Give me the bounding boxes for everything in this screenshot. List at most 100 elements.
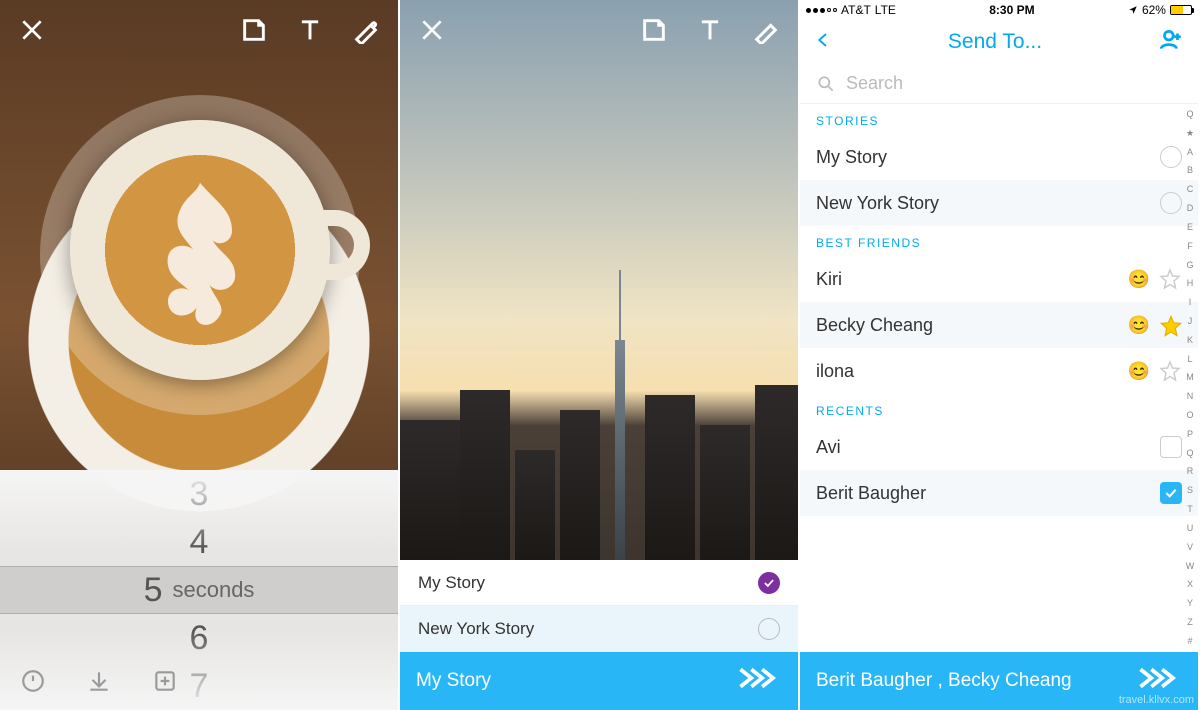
draw-icon[interactable] xyxy=(350,14,382,46)
index-letter[interactable]: I xyxy=(1184,298,1196,307)
index-letter[interactable]: T xyxy=(1184,505,1196,514)
star-on-icon[interactable] xyxy=(1158,313,1182,337)
story-option[interactable]: New York Story xyxy=(400,606,798,652)
screen-timer: 3 4 5 seconds 6 7 xyxy=(0,0,400,710)
story-add-icon[interactable] xyxy=(152,668,178,694)
index-letter[interactable]: J xyxy=(1184,317,1196,326)
item-label: My Story xyxy=(816,147,887,168)
search-icon xyxy=(816,74,836,94)
search-placeholder: Search xyxy=(846,73,903,94)
radio-unchecked-icon[interactable] xyxy=(758,618,780,640)
network-label: LTE xyxy=(875,3,896,17)
sticker-icon[interactable] xyxy=(638,14,670,46)
list-item[interactable]: Kiri 😊 xyxy=(800,256,1198,302)
index-letter[interactable]: P xyxy=(1184,430,1196,439)
index-letter[interactable]: X xyxy=(1184,580,1196,589)
back-icon[interactable] xyxy=(814,27,832,58)
story-options: My Story New York Story xyxy=(400,560,798,652)
list-item[interactable]: ilona 😊 xyxy=(800,348,1198,394)
page-title: Send To... xyxy=(832,30,1158,54)
star-off-icon[interactable] xyxy=(1158,267,1182,291)
index-letter[interactable]: H xyxy=(1184,279,1196,288)
text-icon[interactable] xyxy=(294,14,326,46)
story-label: My Story xyxy=(418,573,485,593)
send-recipients: My Story xyxy=(416,670,491,692)
index-letter[interactable]: C xyxy=(1184,185,1196,194)
checkbox-off-icon[interactable] xyxy=(1160,436,1182,458)
close-icon[interactable] xyxy=(16,14,48,46)
index-letter[interactable]: G xyxy=(1184,261,1196,270)
list-item[interactable]: New York Story xyxy=(800,180,1198,226)
search-input[interactable]: Search xyxy=(800,64,1198,104)
index-letter[interactable]: F xyxy=(1184,242,1196,251)
radio-unchecked-icon[interactable] xyxy=(1160,192,1182,214)
draw-icon[interactable] xyxy=(750,14,782,46)
picker-value[interactable]: 6 xyxy=(190,614,209,662)
smile-emoji-icon: 😊 xyxy=(1128,269,1150,290)
index-letter[interactable]: V xyxy=(1184,543,1196,552)
add-friend-icon[interactable] xyxy=(1158,27,1184,58)
sticker-icon[interactable] xyxy=(238,14,270,46)
signal-icon xyxy=(806,8,837,13)
index-letter[interactable]: ★ xyxy=(1184,129,1196,138)
screen-story-select: My Story New York Story My Story xyxy=(400,0,800,710)
index-letter[interactable]: M xyxy=(1184,373,1196,382)
item-label: Becky Cheang xyxy=(816,315,933,336)
index-letter[interactable]: Y xyxy=(1184,599,1196,608)
send-arrow-icon[interactable] xyxy=(738,665,782,697)
index-letter[interactable]: Z xyxy=(1184,618,1196,627)
index-letter[interactable]: K xyxy=(1184,336,1196,345)
item-label: Berit Baugher xyxy=(816,483,926,504)
ios-statusbar: AT&T LTE 8:30 PM 62% xyxy=(800,0,1198,20)
battery-icon xyxy=(1170,5,1192,15)
item-label: ilona xyxy=(816,361,854,382)
picker-value-selected[interactable]: 5 xyxy=(144,566,163,614)
item-label: Kiri xyxy=(816,269,842,290)
picker-unit: seconds xyxy=(172,566,254,614)
index-letter[interactable]: R xyxy=(1184,467,1196,476)
index-letter[interactable]: B xyxy=(1184,166,1196,175)
index-letter[interactable]: # xyxy=(1184,637,1196,646)
send-arrow-icon[interactable] xyxy=(1138,665,1182,697)
duration-picker[interactable]: 3 4 5 seconds 6 7 xyxy=(0,470,398,710)
picker-value[interactable]: 4 xyxy=(190,518,209,566)
item-label: Avi xyxy=(816,437,841,458)
radio-unchecked-icon[interactable] xyxy=(1160,146,1182,168)
checkbox-on-icon[interactable] xyxy=(1160,482,1182,504)
send-bar[interactable]: My Story xyxy=(400,652,798,710)
index-letter[interactable]: E xyxy=(1184,223,1196,232)
timer-icon[interactable] xyxy=(20,668,46,694)
index-letter[interactable]: U xyxy=(1184,524,1196,533)
story-option[interactable]: My Story xyxy=(400,560,798,606)
radio-checked-icon[interactable] xyxy=(758,572,780,594)
section-header-bestfriends: BEST FRIENDS xyxy=(800,226,1198,256)
list-item[interactable]: Berit Baugher xyxy=(800,470,1198,516)
index-letter[interactable]: A xyxy=(1184,148,1196,157)
smile-emoji-icon: 😊 xyxy=(1128,315,1150,336)
list-item[interactable]: Becky Cheang 😊 xyxy=(800,302,1198,348)
section-header-recents: RECENTS xyxy=(800,394,1198,424)
picker-value[interactable]: 3 xyxy=(190,470,209,518)
watermark: travel.kllvx.com xyxy=(1119,694,1194,706)
story-label: New York Story xyxy=(418,619,534,639)
save-icon[interactable] xyxy=(86,668,112,694)
star-off-icon[interactable] xyxy=(1158,359,1182,383)
list-item[interactable]: Avi xyxy=(800,424,1198,470)
index-letter[interactable]: Q xyxy=(1184,449,1196,458)
list-item[interactable]: My Story xyxy=(800,134,1198,180)
text-icon[interactable] xyxy=(694,14,726,46)
alpha-index[interactable]: Q★ABCDEFGHIJKLMNOPQRSTUVWXYZ# xyxy=(1184,110,1196,646)
index-letter[interactable]: Q xyxy=(1184,110,1196,119)
editor-topbar xyxy=(400,0,798,60)
screen-send-to: AT&T LTE 8:30 PM 62% Send To... Search S… xyxy=(800,0,1200,710)
index-letter[interactable]: S xyxy=(1184,486,1196,495)
index-letter[interactable]: W xyxy=(1184,562,1196,571)
index-letter[interactable]: N xyxy=(1184,392,1196,401)
section-header-stories: STORIES xyxy=(800,104,1198,134)
index-letter[interactable]: D xyxy=(1184,204,1196,213)
smile-emoji-icon: 😊 xyxy=(1128,361,1150,382)
close-icon[interactable] xyxy=(416,14,448,46)
index-letter[interactable]: O xyxy=(1184,411,1196,420)
item-label: New York Story xyxy=(816,193,939,214)
index-letter[interactable]: L xyxy=(1184,355,1196,364)
